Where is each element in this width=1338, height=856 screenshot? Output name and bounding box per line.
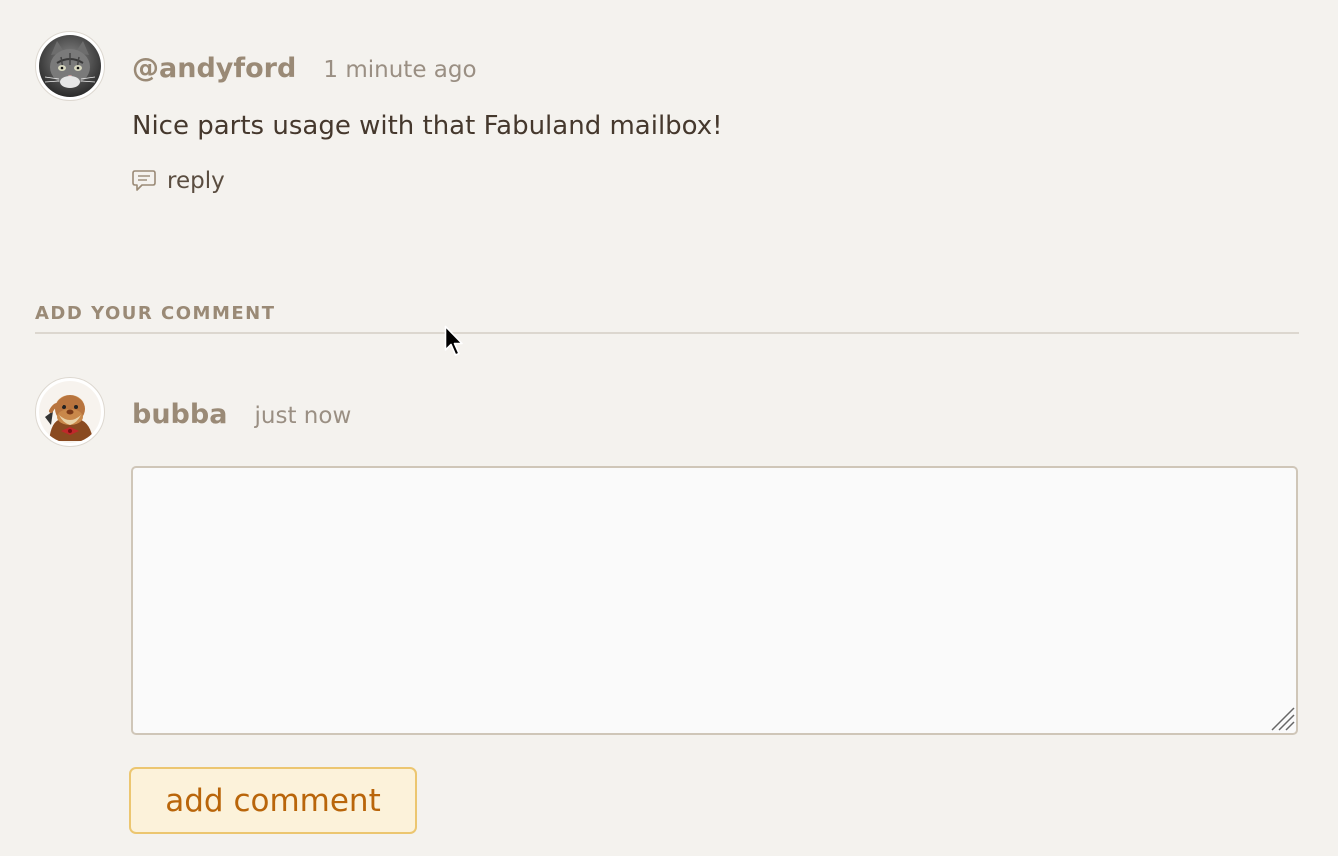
comment-username-link[interactable]: @andyford bbox=[132, 53, 296, 84]
comment-textarea[interactable] bbox=[131, 466, 1298, 735]
add-comment-heading: ADD YOUR COMMENT bbox=[35, 303, 1299, 334]
comments-page: @andyford 1 minute ago Nice parts usage … bbox=[0, 0, 1338, 856]
resize-handle-icon[interactable] bbox=[1270, 706, 1296, 732]
speech-bubble-icon bbox=[132, 170, 156, 191]
add-comment-heading-text: ADD YOUR COMMENT bbox=[35, 303, 276, 324]
composer-timestamp: just now bbox=[254, 403, 352, 429]
current-user-avatar[interactable] bbox=[35, 377, 105, 447]
comment-meta: @andyford 1 minute ago bbox=[132, 53, 477, 84]
current-username-link[interactable]: bubba bbox=[132, 399, 227, 430]
cat-avatar-icon bbox=[39, 35, 101, 97]
chef-avatar-icon bbox=[39, 381, 101, 443]
comment-timestamp: 1 minute ago bbox=[323, 57, 477, 83]
add-comment-button[interactable]: add comment bbox=[129, 767, 417, 834]
reply-button[interactable]: reply bbox=[131, 168, 225, 194]
reply-label: reply bbox=[167, 168, 225, 194]
user-avatar[interactable] bbox=[35, 31, 105, 101]
composer-meta: bubba just now bbox=[132, 399, 351, 430]
comment-body: Nice parts usage with that Fabuland mail… bbox=[132, 111, 723, 141]
